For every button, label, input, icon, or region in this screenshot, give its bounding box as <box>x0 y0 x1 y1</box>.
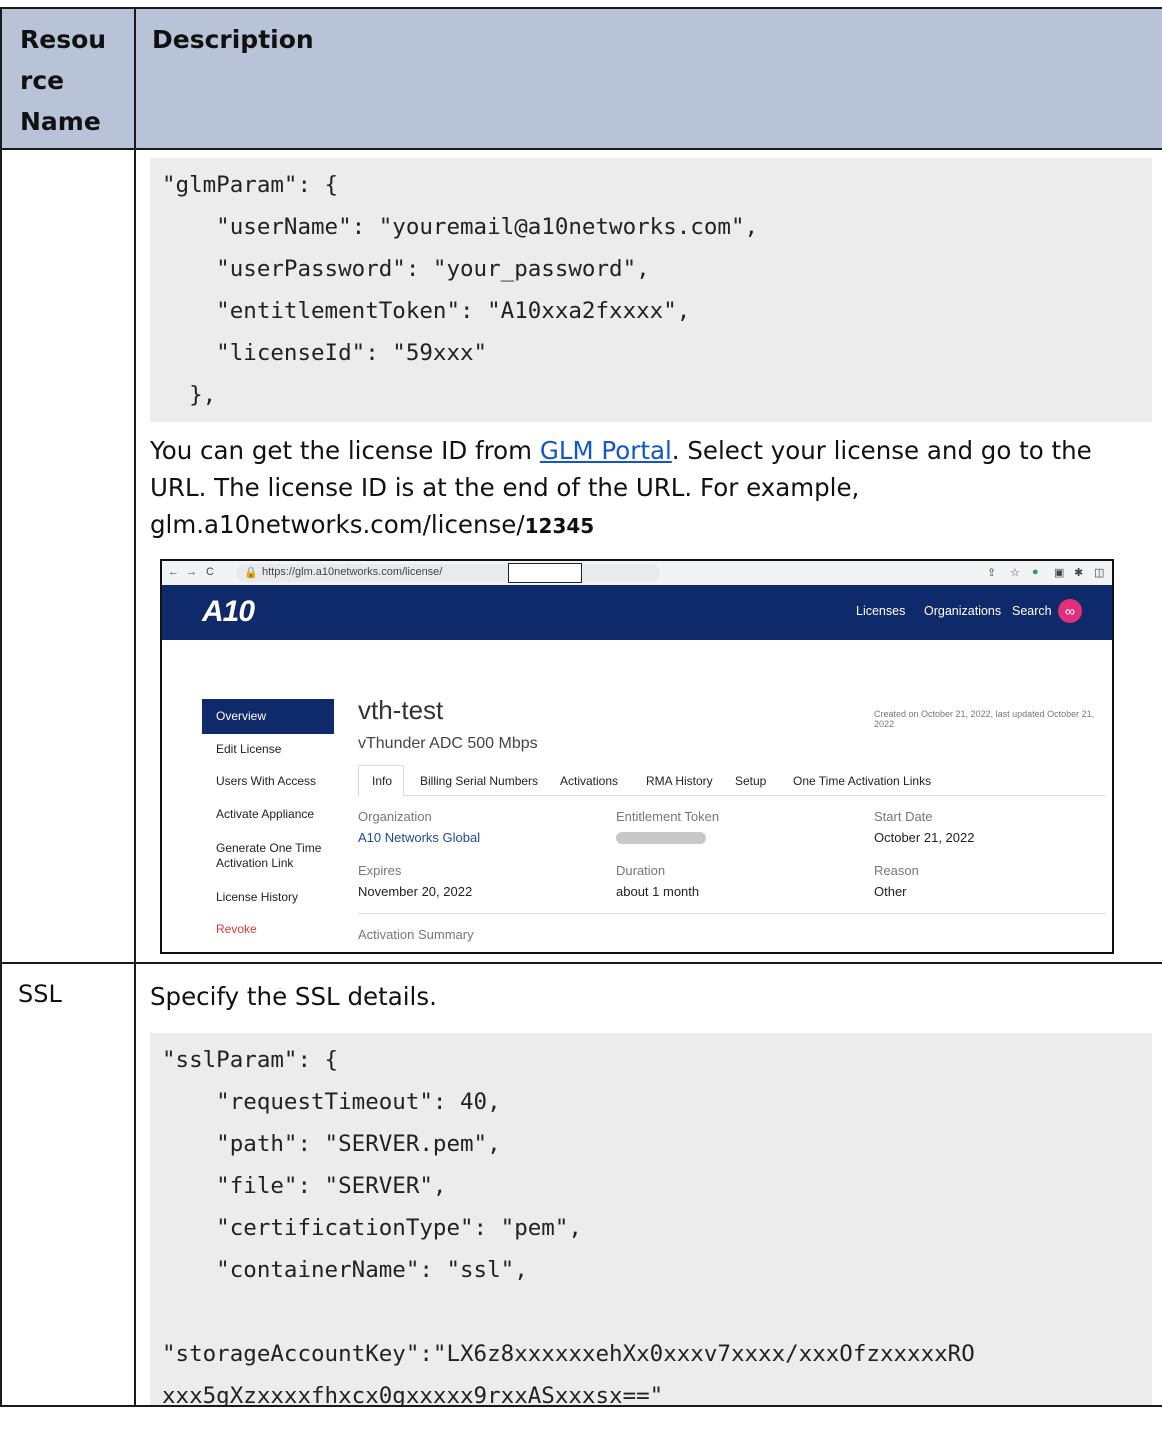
reason-label: Reason <box>874 863 919 878</box>
address-field: 🔒 https://glm.a10networks.com/license/ <box>236 563 660 583</box>
extension2-icon: ▣ <box>1054 567 1065 579</box>
description-header: Description <box>134 7 1162 150</box>
resource-table: Resou rce Name Description "glmParam": {… <box>0 7 1162 1407</box>
tab-rma-history[interactable]: RMA History <box>646 774 713 788</box>
token-label: Entitlement Token <box>616 809 720 824</box>
share-icon: ⇪ <box>987 567 997 579</box>
sidebar-edit-license[interactable]: Edit License <box>216 742 348 757</box>
start-date-value: October 21, 2022 <box>874 830 975 845</box>
puzzle-icon: ✱ <box>1074 567 1084 579</box>
row-ssl-description: Specify the SSL details. "sslParam": { "… <box>134 962 1162 1407</box>
reason-value: Other <box>874 884 907 899</box>
tab-billing[interactable]: Billing Serial Numbers <box>420 774 538 788</box>
tab-info[interactable]: Info <box>372 774 392 788</box>
row-glm-description: "glmParam": { "userName": "youremail@a10… <box>134 148 1162 964</box>
tab-setup[interactable]: Setup <box>735 774 766 788</box>
row-ssl-name: SSL <box>0 962 136 1407</box>
start-date-label: Start Date <box>874 809 933 824</box>
tab-one-time-links[interactable]: One Time Activation Links <box>793 774 931 788</box>
ssl-code-block: "sslParam": { "requestTimeout": 40, "pat… <box>150 1033 1152 1405</box>
sidebar-overview[interactable]: Overview <box>202 699 334 734</box>
resource-name-header: Resou rce Name <box>0 7 136 150</box>
reload-icon: C <box>206 566 214 578</box>
glm-code-block: "glmParam": { "userName": "youremail@a10… <box>150 158 1152 422</box>
duration-label: Duration <box>616 863 666 878</box>
sidebar-activate-appliance[interactable]: Activate Appliance <box>216 807 348 822</box>
a10-logo: A10 <box>202 595 255 628</box>
license-id-highlight <box>508 563 582 583</box>
sidebar-license-history[interactable]: License History <box>216 890 348 905</box>
glm-portal-screenshot: ← → C 🔒 https://glm.a10networks.com/lice… <box>160 559 1114 954</box>
sidebar-revoke[interactable]: Revoke <box>216 922 348 937</box>
token-blurred <box>616 832 706 844</box>
organization-value[interactable]: A10 Networks Global <box>358 830 480 845</box>
tab-activations[interactable]: Activations <box>560 774 618 788</box>
license-title: vth-test <box>358 695 444 725</box>
organization-label: Organization <box>358 809 432 824</box>
extension-icon: ● <box>1032 566 1039 578</box>
sidebar-generate-link[interactable]: Generate One Time Activation Link <box>216 841 336 871</box>
nav-licenses[interactable]: Licenses <box>856 604 905 618</box>
back-arrow-icon: ← <box>168 566 179 578</box>
activation-summary-heading: Activation Summary <box>358 927 474 942</box>
nav-organizations[interactable]: Organizations <box>924 604 1001 618</box>
sidepanel-icon: ◫ <box>1094 567 1105 579</box>
row-glm-name <box>0 148 136 964</box>
sidebar-users-with-access[interactable]: Users With Access <box>216 774 348 789</box>
license-product: vThunder ADC 500 Mbps <box>358 735 538 752</box>
glm-portal-link[interactable]: GLM Portal <box>540 436 672 465</box>
expires-label: Expires <box>358 863 402 878</box>
forward-arrow-icon: → <box>186 566 197 578</box>
license-id-paragraph: You can get the license ID from GLM Port… <box>150 436 1092 539</box>
created-note: Created on October 21, 2022, last update… <box>874 709 1095 729</box>
glm-navbar: A10 Licenses Organizations Search ∞ <box>162 585 1112 640</box>
ssl-intro: Specify the SSL details. <box>150 982 437 1011</box>
tab-strip: Info Billing Serial Numbers Activations … <box>358 765 1106 797</box>
section-divider <box>358 913 1106 914</box>
duration-value: about 1 month <box>616 884 700 899</box>
browser-url-bar: ← → C 🔒 https://glm.a10networks.com/lice… <box>162 561 1112 585</box>
expires-value: November 20, 2022 <box>358 884 473 899</box>
star-icon: ☆ <box>1010 567 1020 579</box>
user-avatar[interactable]: ∞ <box>1058 599 1082 623</box>
lock-icon: 🔒 <box>244 567 258 579</box>
nav-search[interactable]: Search <box>1012 604 1052 618</box>
